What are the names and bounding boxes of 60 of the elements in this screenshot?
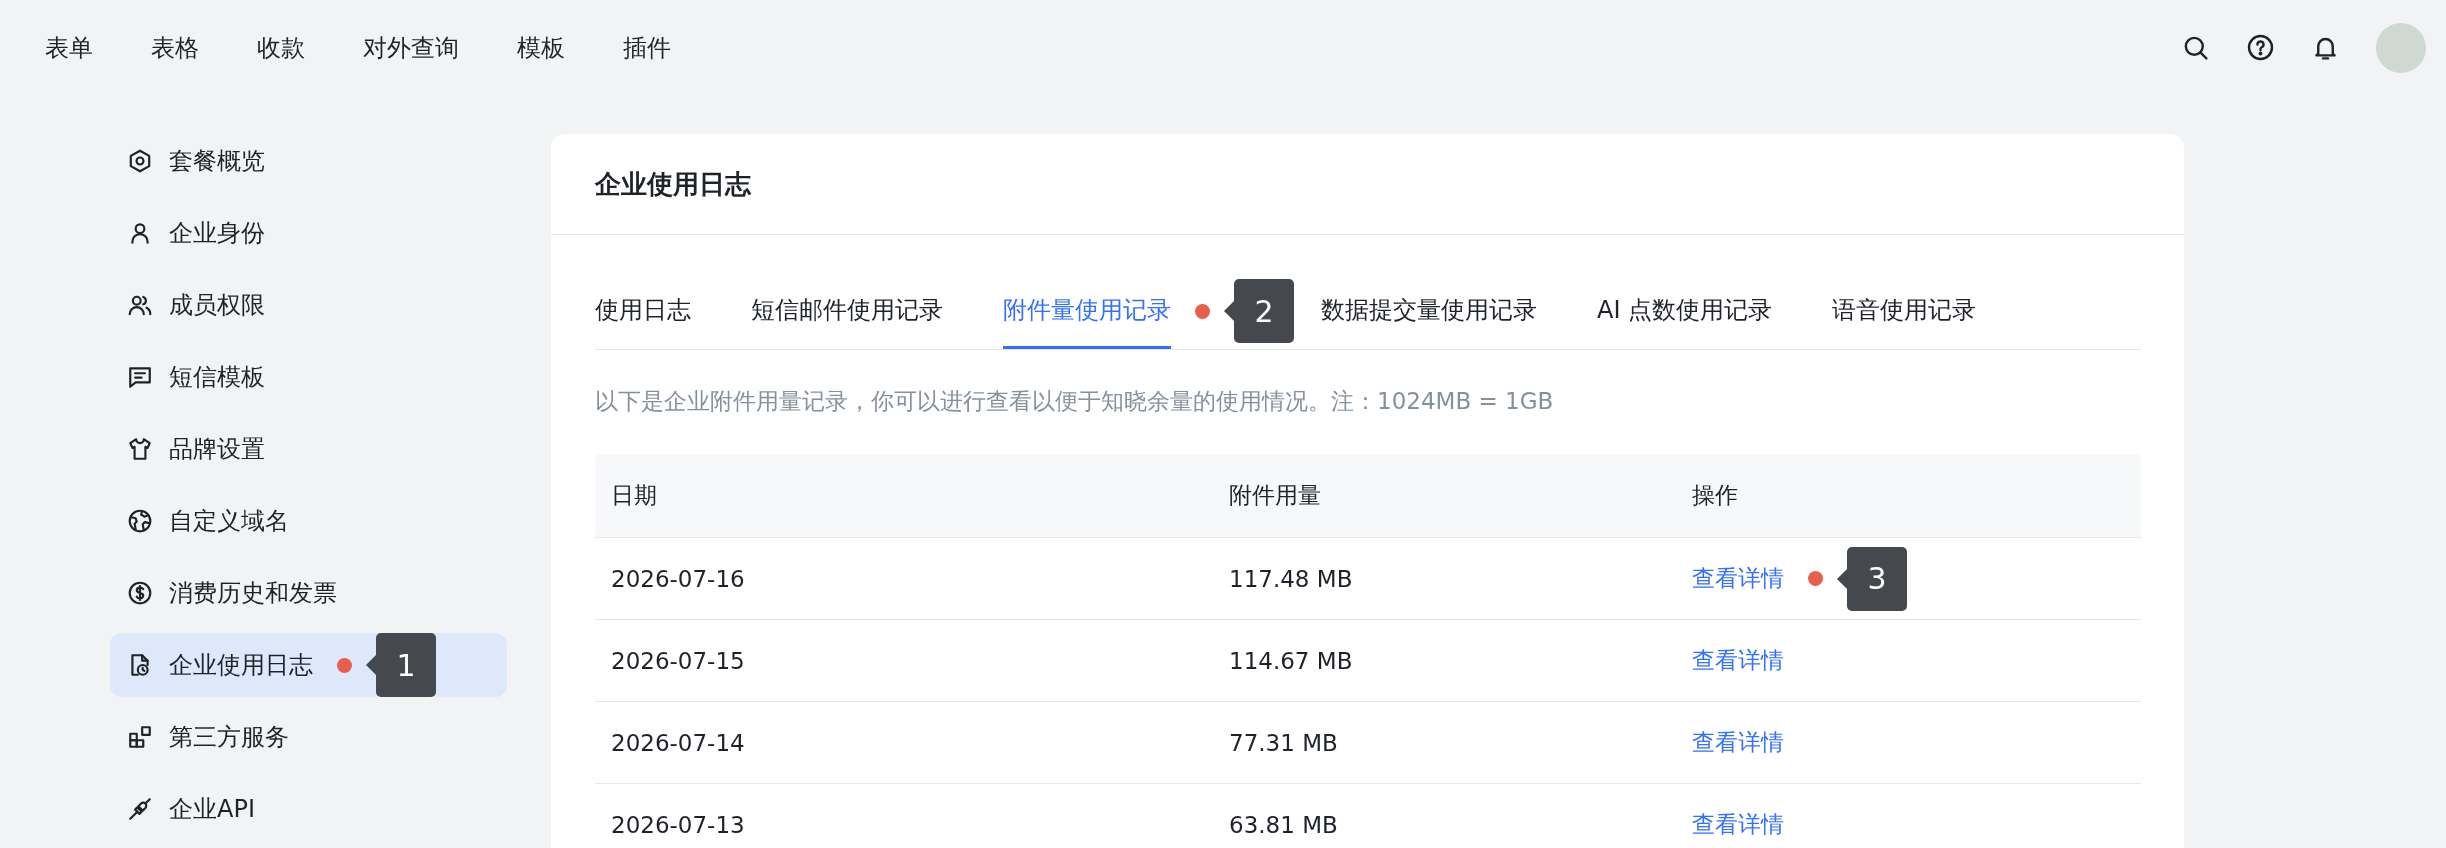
column-header: 操作: [1676, 454, 2141, 538]
tab[interactable]: 附件量使用记录: [1003, 273, 1171, 349]
nav-link[interactable]: 模板: [517, 31, 565, 64]
shirt-icon: [127, 436, 153, 462]
annotation-dot: [1195, 303, 1210, 319]
table-cell: 2026-07-13: [611, 811, 745, 838]
nav-link[interactable]: 表格: [151, 31, 199, 64]
column-header: 日期: [595, 454, 1213, 538]
description-text: 以下是企业附件用量记录，你可以进行查看以便于知晓余量的使用情况。注：1024MB = 1GB: [595, 387, 1555, 416]
sidebar-label: 品牌设置: [169, 434, 265, 465]
sidebar-item[interactable]: 品牌设置: [110, 417, 507, 481]
sidebar-item[interactable]: 短信模板: [110, 345, 507, 409]
sidebar-item[interactable]: 企业使用日志 1: [110, 633, 507, 697]
sidebar-item[interactable]: 企业身份: [110, 201, 507, 265]
apps-icon: [127, 724, 153, 750]
sidebar-label: 企业使用日志: [169, 650, 313, 681]
tab[interactable]: 使用日志: [595, 273, 691, 349]
nav-link[interactable]: 收款: [257, 31, 305, 64]
table-cell: 2026-07-15: [611, 647, 745, 674]
globe-icon: [127, 508, 153, 534]
details-link[interactable]: 查看详情: [1692, 645, 1784, 676]
column-header: 附件用量: [1213, 454, 1676, 538]
sidebar-label: 企业API: [169, 794, 255, 825]
sidebar-label: 套餐概览: [169, 146, 265, 177]
sidebar-item[interactable]: 消费历史和发票: [110, 561, 507, 625]
hexagon-icon: [127, 148, 153, 174]
sidebar-item[interactable]: 企业API: [110, 777, 507, 841]
details-link[interactable]: 查看详情: [1692, 727, 1784, 758]
help-icon[interactable]: [2246, 33, 2275, 62]
details-link[interactable]: 查看详情: [1692, 563, 1784, 594]
sidebar-label: 成员权限: [169, 290, 265, 321]
sidebar-label: 自定义域名: [169, 506, 289, 537]
sidebar-item[interactable]: 自定义域名: [110, 489, 507, 553]
sidebar-item[interactable]: 套餐概览: [110, 129, 507, 193]
sidebar-label: 消费历史和发票: [169, 578, 337, 609]
tab[interactable]: 语音使用记录: [1832, 273, 1977, 349]
sidebar-label: 企业身份: [169, 218, 265, 249]
message-icon: [127, 364, 153, 390]
sidebar-label: 短信模板: [169, 362, 265, 393]
nav-link[interactable]: 插件: [623, 31, 671, 64]
table-cell: 114.67 MB: [1229, 647, 1353, 674]
tab[interactable]: AI 点数使用记录: [1597, 273, 1773, 349]
sidebar-label: 第三方服务: [169, 722, 289, 753]
sidebar-item[interactable]: 成员权限: [110, 273, 507, 337]
annotation-dot: [337, 657, 352, 673]
plug-icon: [127, 796, 153, 822]
dollar-icon: [127, 580, 153, 606]
tab[interactable]: 短信邮件使用记录: [751, 273, 943, 349]
table-cell: 117.48 MB: [1229, 565, 1353, 592]
nav-link[interactable]: 对外查询: [363, 31, 459, 64]
card-title: 企业使用日志: [595, 167, 751, 201]
table-cell: 2026-07-16: [611, 565, 745, 592]
sidebar-item[interactable]: 第三方服务: [110, 705, 507, 769]
details-link[interactable]: 查看详情: [1692, 809, 1784, 840]
annotation-dot: [1808, 571, 1823, 586]
tab[interactable]: 数据提交量使用记录: [1321, 273, 1537, 349]
table-cell: 2026-07-14: [611, 729, 745, 756]
nav-link[interactable]: 表单: [45, 31, 93, 64]
table-cell: 77.31 MB: [1229, 729, 1338, 756]
table-cell: 63.81 MB: [1229, 811, 1338, 838]
